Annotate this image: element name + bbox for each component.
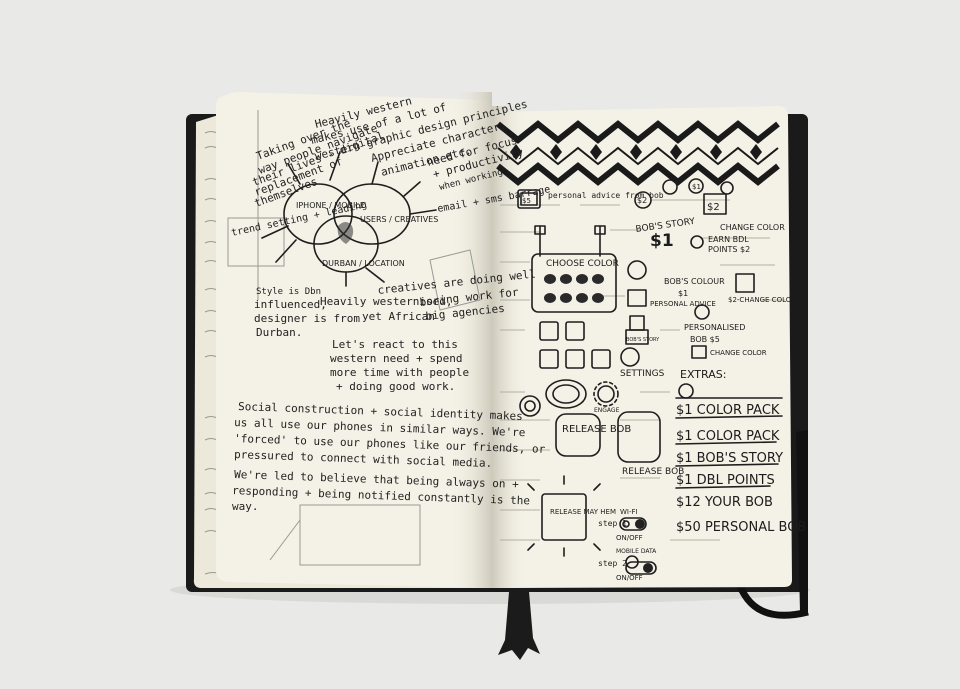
paragraph-2-line-3: way. xyxy=(232,500,259,513)
label-change-color-small: CHANGE COLOR xyxy=(710,349,767,357)
venn-label-durban: DURBAN / LOCATION xyxy=(322,259,405,268)
label-bobs-colour-1: BOB'S COLOUR xyxy=(664,277,725,286)
extras-item: $50 PERSONAL BOB xyxy=(676,520,806,535)
note-designer: designer is from xyxy=(254,312,360,325)
label-release-mayhem: RELEASE MAY HEM xyxy=(550,508,616,516)
label-mobile-data: MOBILE DATA xyxy=(616,548,657,555)
label-earn-points-2: POINTS $2 xyxy=(708,245,750,254)
label-engage: ENGAGE xyxy=(594,407,620,414)
label-wifi-onoff: ON/OFF xyxy=(616,534,643,542)
label-release-bob-box: RELEASE BOB xyxy=(562,424,631,435)
extras-item: $1 COLOR PACK xyxy=(676,403,780,418)
label-choose-color: CHOOSE COLOR xyxy=(546,259,619,269)
extras-item: $1 DBL POINTS xyxy=(676,473,775,488)
label-step-2: step 2 xyxy=(598,559,627,568)
label-mobile-onoff: ON/OFF xyxy=(616,574,643,582)
extras-item: $1 COLOR PACK xyxy=(676,429,780,444)
label-price-five: $5 xyxy=(522,197,531,205)
label-price-two-b: $2 xyxy=(707,202,720,213)
venn-label-mobile: IPHONE / MOBILE xyxy=(296,201,365,210)
label-personalised-1: PERSONALISED xyxy=(684,323,745,332)
label-bobs-story-small: BOB'S STORY xyxy=(626,337,660,343)
notebook-photo: Heavily western makes use of a lot of we… xyxy=(170,92,810,660)
label-release-bob-2: RELEASE BOB xyxy=(622,467,684,477)
label-settings: SETTINGS xyxy=(620,369,665,379)
note-react-3: more time with people xyxy=(330,366,469,379)
label-extras: EXTRAS: xyxy=(680,368,726,381)
note-react-2: western need + spend xyxy=(330,352,462,365)
label-price-one: $1 xyxy=(692,183,701,191)
label-change-color: CHANGE COLOR xyxy=(720,223,785,232)
extras-item: $12 YOUR BOB xyxy=(676,495,773,510)
note-durban: Durban. xyxy=(256,326,302,339)
note-style-dbn: Style is Dbn xyxy=(256,287,321,297)
note-influenced: influenced, xyxy=(254,298,327,311)
label-personal-advice: PERSONAL ADVICE xyxy=(650,300,716,308)
label-wifi: WI-FI xyxy=(620,508,638,516)
label-bobs-story-price: $1 xyxy=(650,231,674,251)
note-african: yet African xyxy=(362,310,435,323)
label-bobs-colour-2: $1 xyxy=(678,289,688,298)
extras-item: $1 BOB'S STORY xyxy=(676,451,783,466)
venn-label-users: USERS / CREATIVES xyxy=(360,215,438,224)
note-react-1: Let's react to this xyxy=(332,338,458,351)
label-two-change-color: $2-CHANGE COLOR xyxy=(728,296,796,304)
label-price-two-a: $2 xyxy=(637,196,647,205)
label-personalised-2: BOB $5 xyxy=(690,335,720,344)
label-step-1: step 1 xyxy=(598,519,627,528)
note-react-4: + doing good work. xyxy=(336,380,455,393)
left-page-notes: Heavily western makes use of a lot of we… xyxy=(230,94,551,513)
label-earn-points-1: EARN BDL xyxy=(708,235,749,244)
